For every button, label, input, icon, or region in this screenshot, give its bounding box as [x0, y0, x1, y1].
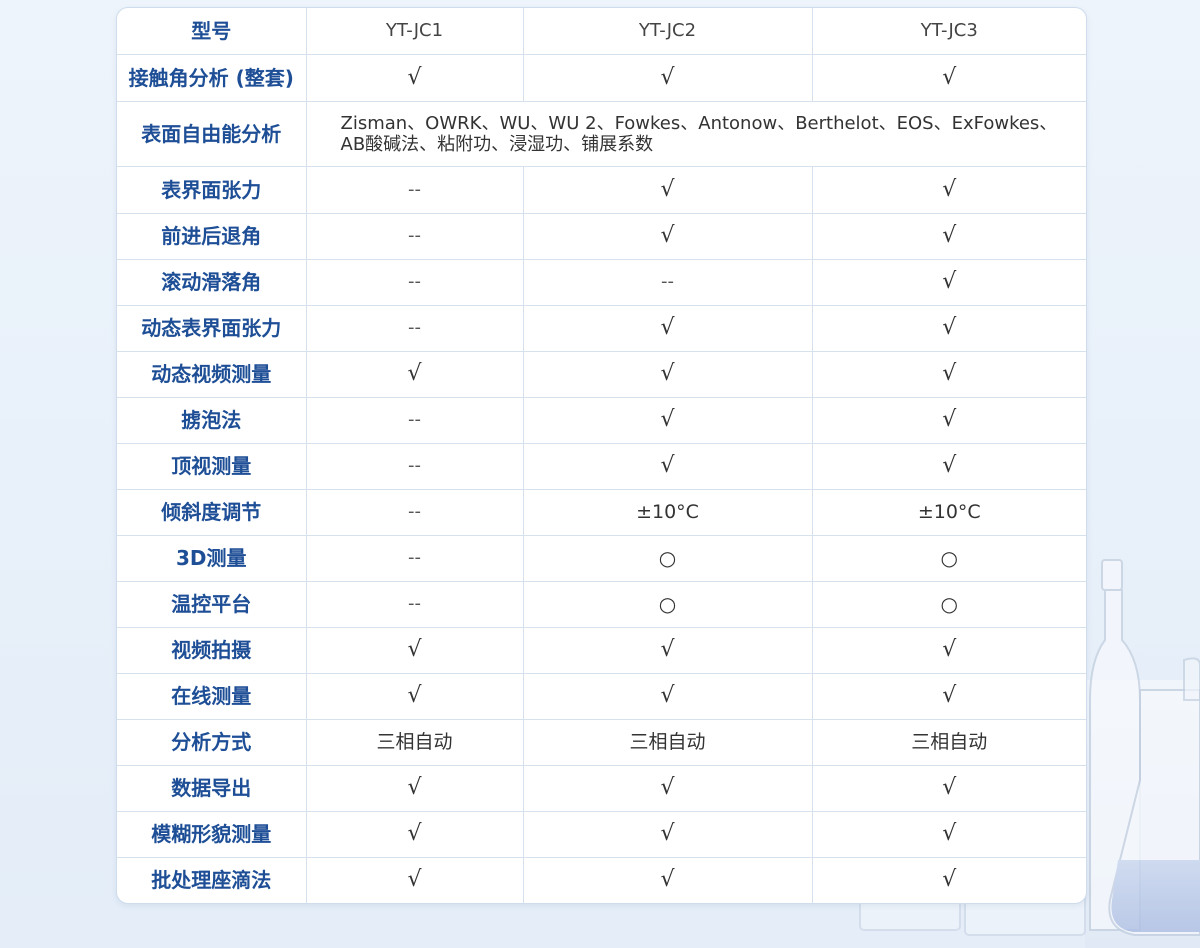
check-mark: √ — [305, 810, 524, 858]
row-label: 表面自由能分析 — [117, 100, 307, 167]
check-mark: √ — [811, 212, 1086, 260]
row-label: 视频拍摄 — [117, 626, 307, 674]
check-mark: √ — [811, 304, 1086, 352]
check-mark: √ — [305, 856, 524, 903]
row-label: 动态视频测量 — [117, 350, 307, 398]
table-row: 批处理座滴法 √ √ √ — [117, 856, 1086, 903]
row-label: 前进后退角 — [117, 212, 307, 260]
check-mark: √ — [305, 764, 524, 812]
table-row: 温控平台 -- ○ ○ — [117, 580, 1086, 628]
table-row: 3D测量 -- ○ ○ — [117, 534, 1086, 582]
row-label: 批处理座滴法 — [117, 856, 307, 903]
row-label: 顶视测量 — [117, 442, 307, 490]
not-available-dash: -- — [305, 534, 524, 582]
not-available-dash: -- — [522, 258, 813, 306]
table-row: 在线测量 √ √ √ — [117, 672, 1086, 720]
table-row: 分析方式 三相自动 三相自动 三相自动 — [117, 718, 1086, 766]
table-row: 动态表界面张力 -- √ √ — [117, 304, 1086, 352]
spec-comparison-table: 型号 YT-JC1 YT-JC2 YT-JC3 接触角分析 (整套) √ √ √… — [116, 7, 1087, 904]
check-mark: √ — [811, 764, 1086, 812]
optional-circle: ○ — [522, 534, 813, 582]
table-row: 顶视测量 -- √ √ — [117, 442, 1086, 490]
not-available-dash: -- — [305, 304, 524, 352]
table-row: 前进后退角 -- √ √ — [117, 212, 1086, 260]
check-mark: √ — [522, 764, 813, 812]
not-available-dash: -- — [305, 442, 524, 490]
not-available-dash: -- — [305, 212, 524, 260]
row-label: 掳泡法 — [117, 396, 307, 444]
check-mark: √ — [305, 626, 524, 674]
header-row: 型号 YT-JC1 YT-JC2 YT-JC3 — [117, 8, 1086, 55]
check-mark: √ — [811, 810, 1086, 858]
header-label: 型号 — [117, 8, 307, 55]
table-row: 滚动滑落角 -- -- √ — [117, 258, 1086, 306]
cell-value: 三相自动 — [522, 718, 813, 766]
not-available-dash: -- — [305, 580, 524, 628]
not-available-dash: -- — [305, 488, 524, 536]
check-mark: √ — [811, 672, 1086, 720]
cell-value: ±10°C — [522, 488, 813, 536]
table-row: 视频拍摄 √ √ √ — [117, 626, 1086, 674]
check-mark: √ — [522, 304, 813, 352]
header-model-1: YT-JC1 — [305, 8, 524, 55]
check-mark: √ — [811, 626, 1086, 674]
row-label: 数据导出 — [117, 764, 307, 812]
optional-circle: ○ — [522, 580, 813, 628]
surface-energy-methods: Zisman、OWRK、WU、WU 2、Fowkes、Antonow、Berth… — [305, 100, 1086, 167]
check-mark: √ — [811, 53, 1086, 102]
check-mark: √ — [305, 53, 524, 102]
check-mark: √ — [811, 258, 1086, 306]
row-label: 分析方式 — [117, 718, 307, 766]
row-label: 模糊形貌测量 — [117, 810, 307, 858]
check-mark: √ — [522, 53, 813, 102]
table-row: 表面自由能分析 Zisman、OWRK、WU、WU 2、Fowkes、Anton… — [117, 100, 1086, 167]
check-mark: √ — [811, 396, 1086, 444]
table-row: 动态视频测量 √ √ √ — [117, 350, 1086, 398]
cell-value: 三相自动 — [811, 718, 1086, 766]
not-available-dash: -- — [305, 165, 524, 214]
optional-circle: ○ — [811, 534, 1086, 582]
row-label: 3D测量 — [117, 534, 307, 582]
cell-value: 三相自动 — [305, 718, 524, 766]
header-model-3: YT-JC3 — [811, 8, 1086, 55]
row-label: 温控平台 — [117, 580, 307, 628]
cell-value: ±10°C — [811, 488, 1086, 536]
check-mark: √ — [522, 396, 813, 444]
spec-table: 型号 YT-JC1 YT-JC2 YT-JC3 接触角分析 (整套) √ √ √… — [117, 8, 1086, 903]
check-mark: √ — [522, 672, 813, 720]
not-available-dash: -- — [305, 258, 524, 306]
header-model-2: YT-JC2 — [522, 8, 813, 55]
row-label: 滚动滑落角 — [117, 258, 307, 306]
table-row: 倾斜度调节 -- ±10°C ±10°C — [117, 488, 1086, 536]
check-mark: √ — [522, 856, 813, 903]
table-row: 掳泡法 -- √ √ — [117, 396, 1086, 444]
optional-circle: ○ — [811, 580, 1086, 628]
check-mark: √ — [522, 212, 813, 260]
row-label: 在线测量 — [117, 672, 307, 720]
check-mark: √ — [522, 165, 813, 214]
row-label: 接触角分析 (整套) — [117, 53, 307, 102]
check-mark: √ — [305, 672, 524, 720]
check-mark: √ — [522, 442, 813, 490]
table-row: 数据导出 √ √ √ — [117, 764, 1086, 812]
row-label: 倾斜度调节 — [117, 488, 307, 536]
check-mark: √ — [811, 350, 1086, 398]
check-mark: √ — [305, 350, 524, 398]
check-mark: √ — [522, 626, 813, 674]
table-row: 表界面张力 -- √ √ — [117, 165, 1086, 214]
not-available-dash: -- — [305, 396, 524, 444]
check-mark: √ — [811, 442, 1086, 490]
check-mark: √ — [811, 856, 1086, 903]
table-row: 模糊形貌测量 √ √ √ — [117, 810, 1086, 858]
check-mark: √ — [522, 350, 813, 398]
check-mark: √ — [522, 810, 813, 858]
row-label: 表界面张力 — [117, 165, 307, 214]
table-row: 接触角分析 (整套) √ √ √ — [117, 53, 1086, 102]
row-label: 动态表界面张力 — [117, 304, 307, 352]
check-mark: √ — [811, 165, 1086, 214]
